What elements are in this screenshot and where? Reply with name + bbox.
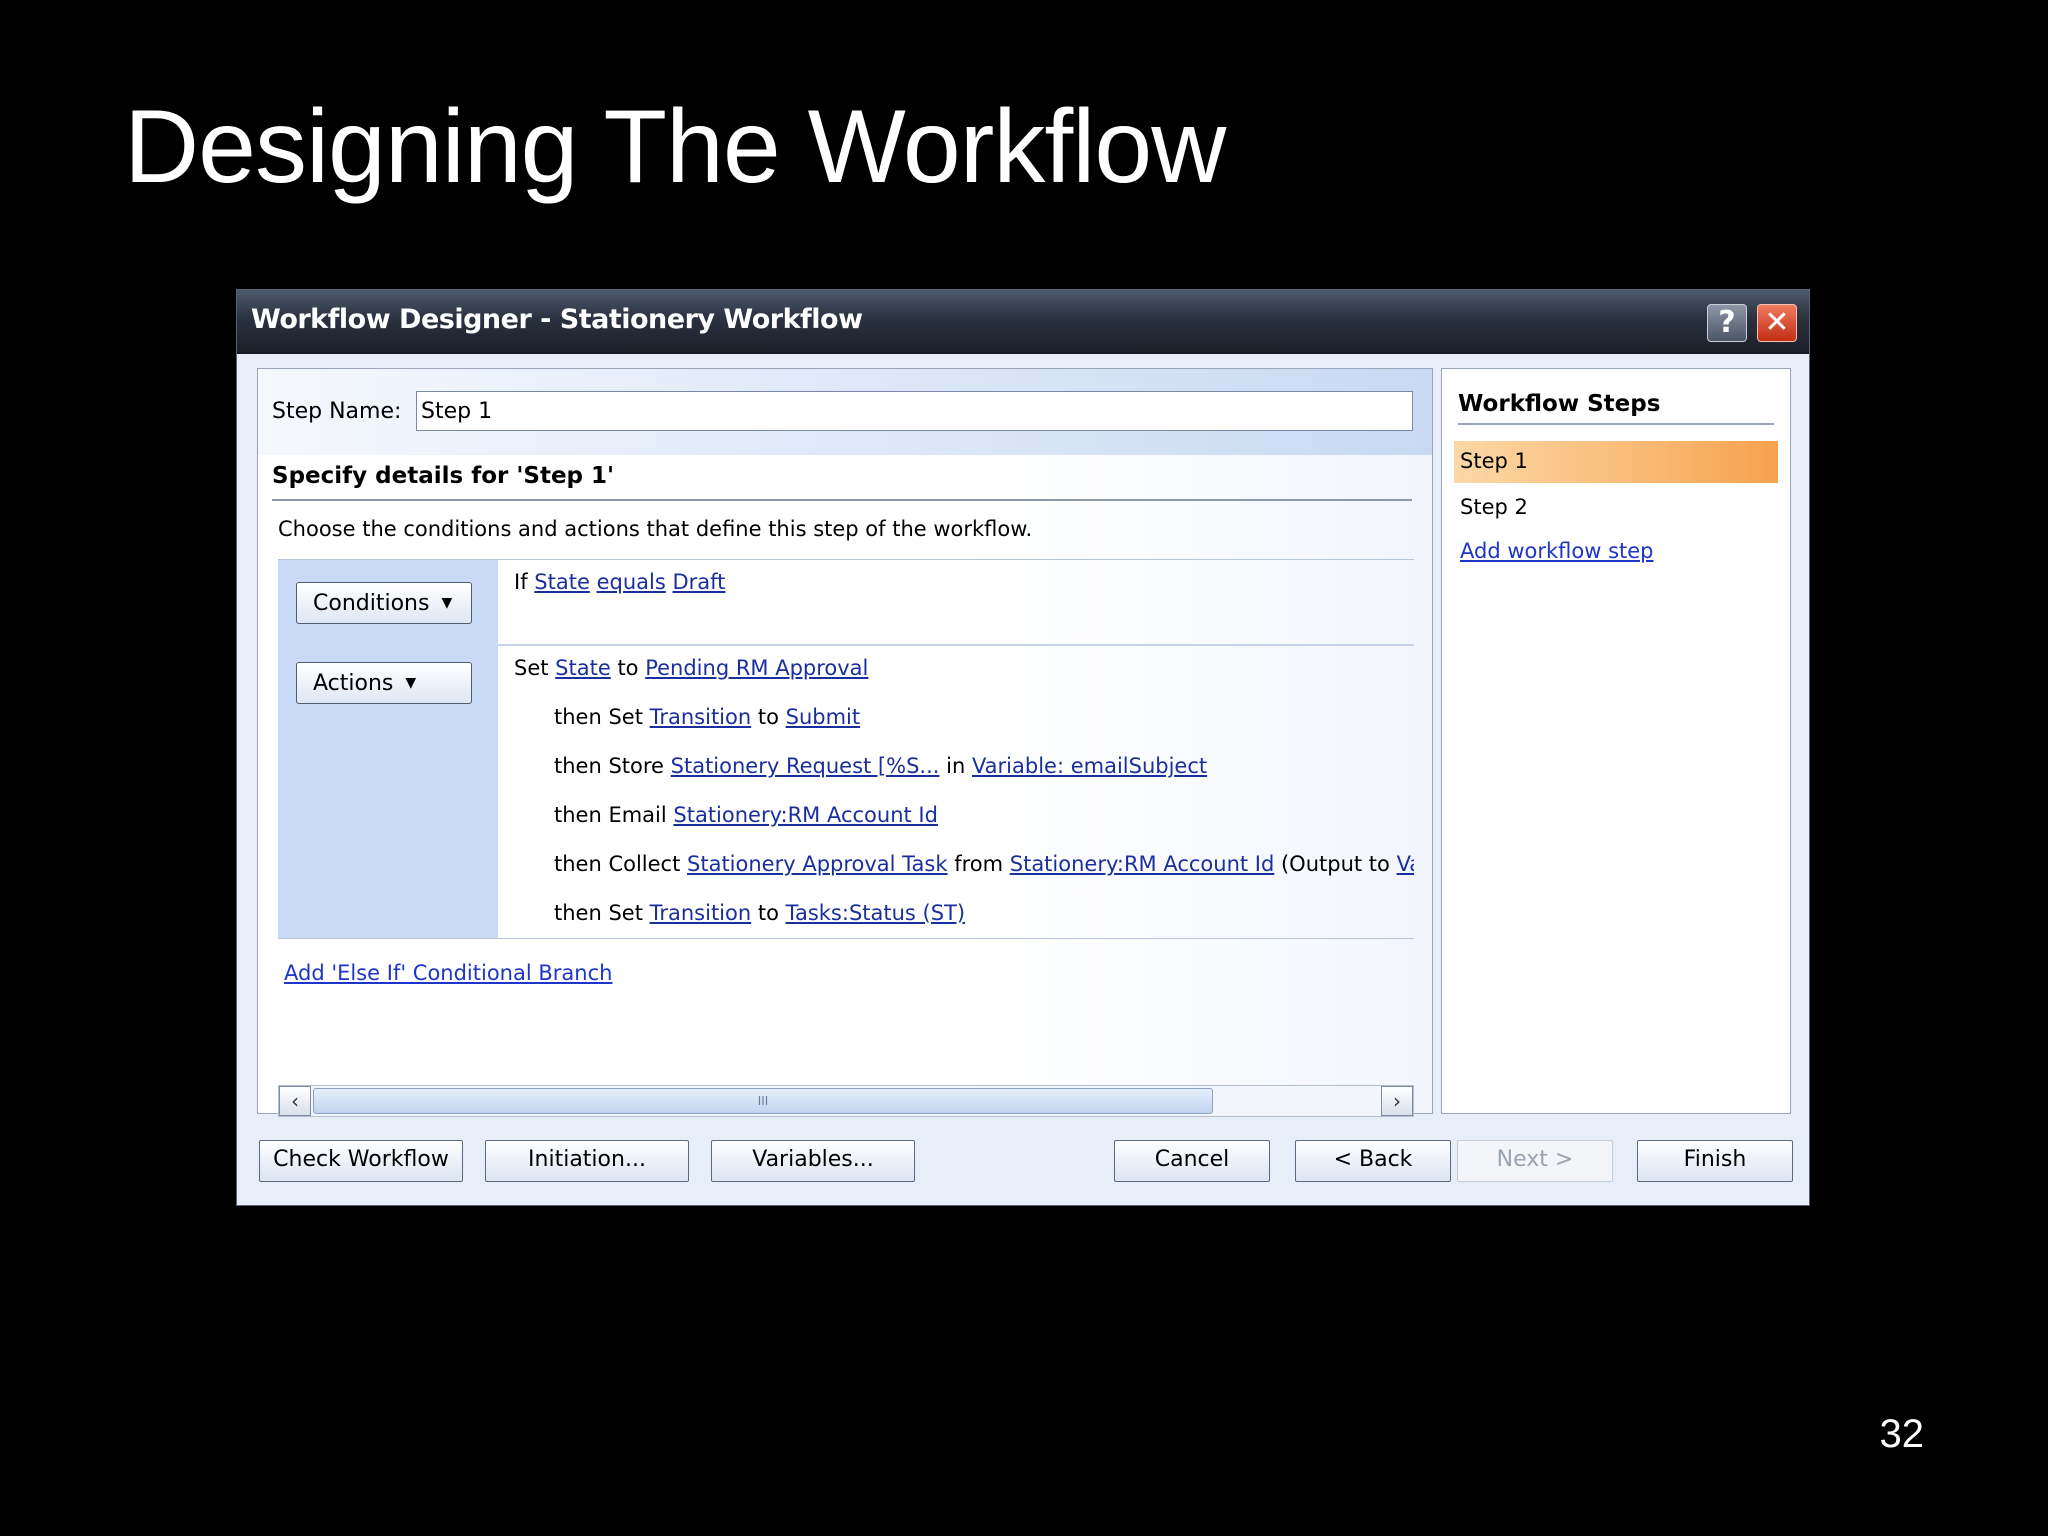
check-workflow-button[interactable]: Check Workflow — [259, 1140, 463, 1182]
dropdown-arrow-icon: ▼ — [405, 675, 417, 691]
action-text: to — [751, 901, 786, 925]
condition-value-link[interactable]: Draft — [672, 570, 725, 594]
dialog-title: Workflow Designer - Stationery Workflow — [251, 304, 863, 335]
action-link[interactable]: Stationery:RM Account Id — [1010, 852, 1275, 876]
step-name-header: Step Name: — [258, 369, 1432, 455]
actions-button-label: Actions — [313, 671, 394, 696]
dialog-titlebar: Workflow Designer - Stationery Workflow … — [237, 290, 1809, 354]
workflow-designer-dialog: Workflow Designer - Stationery Workflow … — [236, 289, 1810, 1206]
action-link[interactable]: Transition — [650, 901, 752, 925]
cancel-button[interactable]: Cancel — [1114, 1140, 1270, 1182]
rules-divider — [498, 644, 1414, 646]
action-link[interactable]: Stationery Approval Task — [687, 852, 948, 876]
condition-operator-link[interactable]: equals — [597, 570, 666, 594]
slide-page-number: 32 — [1879, 1412, 1925, 1456]
instructions-text: Choose the conditions and actions that d… — [278, 517, 1033, 541]
action-line-6: then Set Transition to Tasks:Status (ST) — [554, 901, 965, 925]
action-text: to — [610, 656, 646, 680]
step-details-panel: Step Name: Specify details for 'Step 1' … — [257, 368, 1433, 1117]
variables-button[interactable]: Variables... — [711, 1140, 915, 1182]
next-button[interactable]: Next > — [1457, 1140, 1613, 1182]
action-line-5: then Collect Stationery Approval Task fr… — [554, 852, 1414, 876]
workflow-step-item[interactable]: Step 2 — [1454, 487, 1778, 529]
action-text: then Collect — [554, 852, 688, 876]
action-line-3: then Store Stationery Request [%S... in … — [554, 754, 1207, 778]
action-link[interactable]: Stationery Request [%S... — [671, 754, 940, 778]
action-link[interactable]: Va — [1397, 852, 1414, 876]
add-workflow-step-link[interactable]: Add workflow step — [1460, 539, 1654, 563]
scrollbar-thumb[interactable]: III — [313, 1088, 1213, 1114]
conditions-button[interactable]: Conditions ▼ — [296, 582, 472, 624]
step-name-input[interactable] — [416, 391, 1413, 431]
action-text: then Set — [554, 705, 650, 729]
scroll-right-icon[interactable]: › — [1381, 1086, 1413, 1116]
action-link[interactable]: Pending RM Approval — [645, 656, 868, 680]
rules-button-column: Conditions ▼ Actions ▼ — [278, 560, 498, 938]
action-link[interactable]: Submit — [786, 705, 861, 729]
workflow-steps-heading: Workflow Steps — [1458, 391, 1774, 425]
action-link[interactable]: Transition — [650, 705, 752, 729]
action-link[interactable]: Variable: emailSubject — [972, 754, 1207, 778]
workflow-step-item[interactable]: Step 1 — [1454, 441, 1778, 483]
action-link[interactable]: Tasks:Status (ST) — [786, 901, 965, 925]
action-link[interactable]: State — [555, 656, 611, 680]
help-icon[interactable]: ? — [1707, 304, 1747, 342]
workflow-steps-panel: Workflow Steps Step 1 Step 2 Add workflo… — [1441, 368, 1791, 1114]
close-icon[interactable]: ✕ — [1757, 304, 1797, 342]
rules-area: Conditions ▼ Actions ▼ If State equals Dra… — [278, 559, 1414, 939]
initiation-button[interactable]: Initiation... — [485, 1140, 689, 1182]
horizontal-scrollbar[interactable]: ‹ III › — [278, 1085, 1414, 1117]
action-link[interactable]: Stationery:RM Account Id — [673, 803, 938, 827]
section-heading: Specify details for 'Step 1' — [272, 463, 1412, 501]
actions-button[interactable]: Actions ▼ — [296, 662, 472, 704]
action-text: Set — [514, 656, 556, 680]
action-text: (Output to — [1274, 852, 1397, 876]
action-text: then Set — [554, 901, 650, 925]
action-text: from — [947, 852, 1010, 876]
action-line-4: then Email Stationery:RM Account Id — [554, 803, 938, 827]
condition-field-link[interactable]: State — [534, 570, 590, 594]
action-line-1: Set State to Pending RM Approval — [514, 656, 868, 680]
back-button[interactable]: < Back — [1295, 1140, 1451, 1182]
slide-title: Designing The Workflow — [124, 89, 1226, 205]
action-line-2: then Set Transition to Submit — [554, 705, 860, 729]
finish-button[interactable]: Finish — [1637, 1140, 1793, 1182]
action-text: then Store — [554, 754, 671, 778]
scroll-left-icon[interactable]: ‹ — [279, 1086, 311, 1116]
action-text: to — [751, 705, 786, 729]
condition-line: If State equals Draft — [514, 570, 725, 594]
conditions-button-label: Conditions — [313, 591, 430, 616]
step-name-label: Step Name: — [272, 399, 402, 424]
dropdown-arrow-icon: ▼ — [441, 595, 453, 611]
add-else-if-branch-link[interactable]: Add 'Else If' Conditional Branch — [284, 961, 612, 985]
action-text: then Email — [554, 803, 674, 827]
action-text: in — [939, 754, 972, 778]
condition-prefix: If — [514, 570, 528, 594]
